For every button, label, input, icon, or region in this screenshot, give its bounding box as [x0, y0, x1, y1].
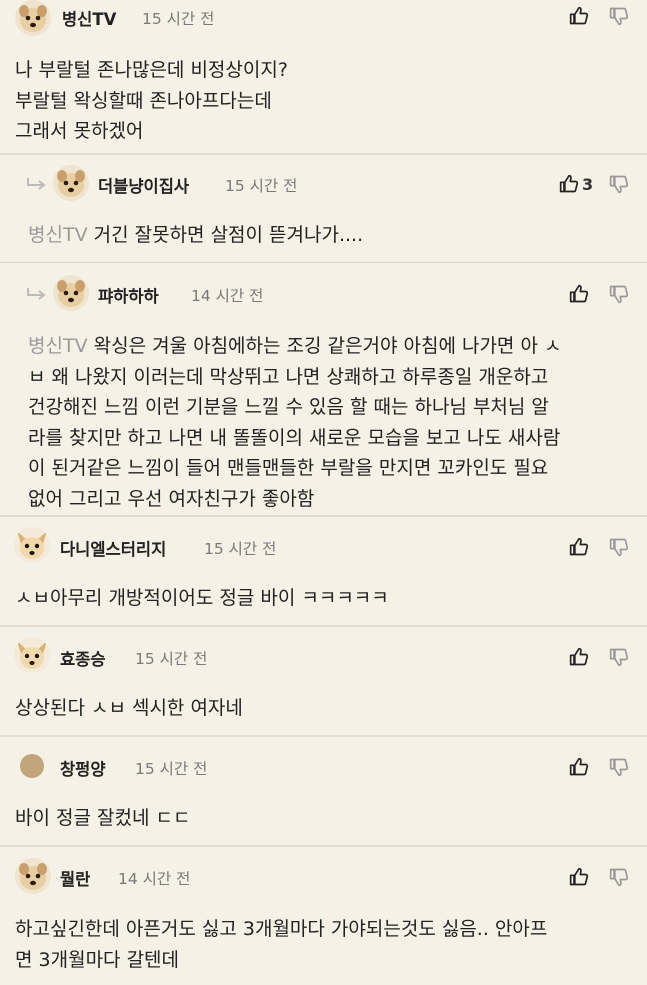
comment-time: 15 시간 전 — [142, 10, 215, 28]
avatar[interactable] — [53, 165, 89, 201]
comment-text: 병신TV 거긴 잘못하면 살점이 뜯겨나가.... — [28, 224, 364, 246]
comment-author[interactable]: 병신TV — [62, 6, 116, 30]
comment-time: 14 시간 전 — [191, 287, 264, 305]
reply-arrow-icon — [27, 178, 46, 190]
avatar[interactable] — [14, 637, 50, 673]
mention-link[interactable]: 병신TV — [28, 335, 88, 357]
comment-time: 14 시간 전 — [118, 870, 191, 888]
comment-time: 15 시간 전 — [135, 760, 208, 778]
reply-comment: 퍄하하하 14 시간 전 병신TV 왁싱은 겨울 아침에하는 조깅 같은거야 아… — [0, 263, 647, 517]
avatar[interactable] — [15, 0, 51, 36]
avatar[interactable] — [14, 748, 50, 784]
comment-author[interactable]: 더블냥이집사 — [98, 173, 189, 197]
comment: 효종승 15 시간 전 상상된다 ㅅㅂ 섹시한 여자네 — [0, 627, 647, 737]
comment-author[interactable]: 효종승 — [60, 646, 106, 670]
comment-time: 15 시간 전 — [135, 650, 208, 668]
comment-author[interactable]: 창펑양 — [60, 756, 106, 780]
comment-author[interactable]: 퍄하하하 — [98, 283, 159, 307]
thumbs-up-icon[interactable] — [559, 174, 579, 194]
comment-text: 바이 정글 잘컸네 ㄷㄷ — [15, 807, 191, 829]
avatar[interactable] — [15, 858, 51, 894]
avatar[interactable] — [14, 527, 50, 563]
thumbs-up-icon[interactable] — [569, 757, 589, 777]
thumbs-down-icon[interactable] — [609, 537, 629, 557]
comment: 다니엘스터리지 15 시간 전 ㅅㅂ아무리 개방적이어도 정글 바이 ㅋㅋㅋㅋㅋ — [0, 517, 647, 627]
comment: 창펑양 15 시간 전 바이 정글 잘컸네 ㄷㄷ — [0, 737, 647, 847]
comment-text: 병신TV 왁싱은 겨울 아침에하는 조깅 같은거야 아침에 나가면 아 ㅅ ㅂ … — [28, 335, 562, 510]
thumbs-up-icon[interactable] — [569, 284, 589, 304]
thumbs-down-icon[interactable] — [609, 647, 629, 667]
avatar[interactable] — [53, 275, 89, 311]
comment-author[interactable]: 다니엘스터리지 — [60, 536, 166, 560]
thumbs-up-icon[interactable] — [569, 647, 589, 667]
comment: 병신TV 15 시간 전 나 부랄털 존나많은데 비정상이지? 부랄털 왁싱할때… — [0, 0, 647, 155]
thumbs-up-icon[interactable] — [569, 6, 589, 26]
thumbs-up-icon[interactable] — [569, 867, 589, 887]
thumbs-up-icon[interactable] — [569, 537, 589, 557]
comment-text: 상상된다 ㅅㅂ 섹시한 여자네 — [15, 697, 243, 719]
comment-text: ㅅㅂ아무리 개방적이어도 정글 바이 ㅋㅋㅋㅋㅋ — [15, 587, 389, 609]
mention-link[interactable]: 병신TV — [28, 224, 88, 246]
comment-time: 15 시간 전 — [204, 540, 277, 558]
thumbs-down-icon[interactable] — [609, 174, 629, 194]
comment-time: 15 시간 전 — [225, 177, 298, 195]
comment: 뭘란 14 시간 전 하고싶긴한데 아픈거도 싫고 3개월마다 가야되는것도 싫… — [0, 847, 647, 985]
thumbs-down-icon[interactable] — [609, 6, 629, 26]
thumbs-down-icon[interactable] — [609, 867, 629, 887]
comment-text: 나 부랄털 존나많은데 비정상이지? 부랄털 왁싱할때 존나아프다는데 그래서 … — [15, 59, 288, 142]
comment-text: 하고싶긴한데 아픈거도 싫고 3개월마다 가야되는것도 싫음.. 안아프 면 3… — [15, 918, 548, 971]
thumbs-down-icon[interactable] — [609, 284, 629, 304]
thumbs-down-icon[interactable] — [609, 757, 629, 777]
reply-arrow-icon — [27, 288, 46, 300]
like-count: 3 — [582, 175, 594, 194]
comment-author[interactable]: 뭘란 — [60, 866, 90, 890]
reply-comment: 더블냥이집사 15 시간 전 3 병신TV 거긴 잘못하면 살점이 뜯겨나가..… — [0, 155, 647, 263]
